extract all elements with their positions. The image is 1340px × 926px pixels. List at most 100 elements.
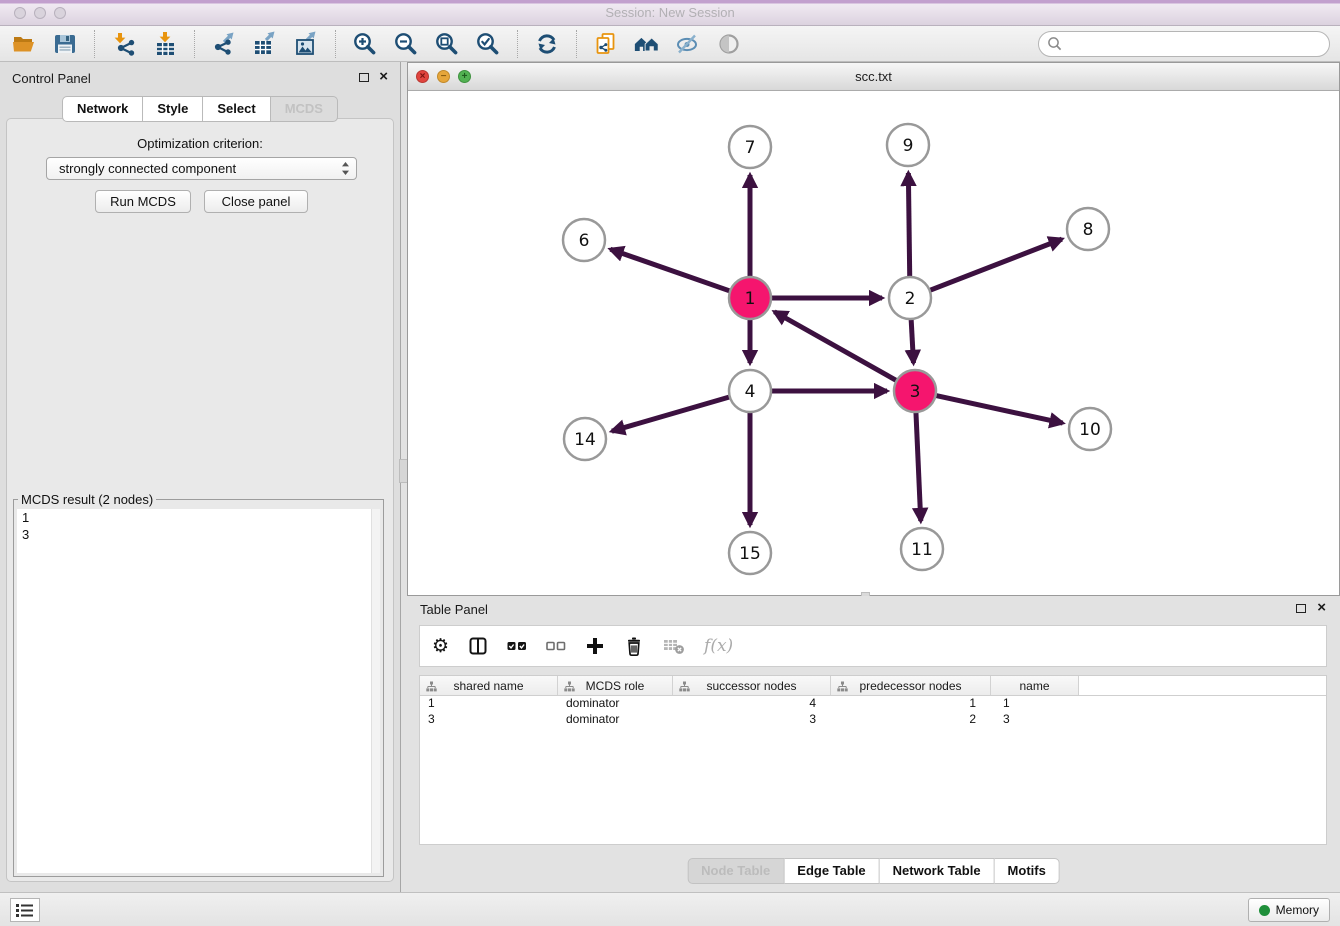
mcds-result-item: 1 — [17, 509, 380, 526]
edge-3-1[interactable] — [774, 312, 896, 381]
search-box[interactable] — [1038, 31, 1330, 57]
tab-style[interactable]: Style — [143, 96, 203, 122]
hierarchy-icon — [564, 681, 575, 692]
memory-label: Memory — [1276, 903, 1319, 917]
tab-edge-table[interactable]: Edge Table — [784, 858, 879, 884]
float-table-panel-icon[interactable] — [1296, 604, 1306, 613]
function-builder-icon: f(x) — [704, 636, 733, 656]
table-settings-icon[interactable]: ⚙ — [432, 636, 449, 656]
toolbar-separator — [517, 30, 518, 58]
export-network-icon[interactable] — [210, 30, 238, 58]
column-header-name[interactable]: name — [991, 676, 1079, 695]
cell-successor-nodes[interactable]: 3 — [673, 712, 831, 728]
toolbar-separator — [94, 30, 95, 58]
optimization-criterion-label: Optimization criterion: — [7, 136, 393, 151]
zoom-in-icon[interactable] — [351, 30, 379, 58]
deselect-all-columns-icon[interactable] — [546, 639, 566, 653]
show-columns-icon[interactable] — [468, 636, 488, 656]
tab-mcds[interactable]: MCDS — [271, 96, 338, 122]
edge-2-8[interactable] — [930, 239, 1062, 290]
open-session-icon[interactable] — [10, 30, 38, 58]
tab-select[interactable]: Select — [203, 96, 270, 122]
delete-column-icon[interactable] — [624, 636, 644, 657]
main-toolbar — [0, 26, 1340, 62]
network-canvas[interactable]: 1234678910111415 — [408, 91, 1339, 595]
column-header-successor-nodes[interactable]: successor nodes — [673, 676, 831, 695]
zoom-out-icon[interactable] — [392, 30, 420, 58]
cell-predecessor-nodes[interactable]: 1 — [831, 696, 991, 712]
list-icon — [16, 903, 34, 918]
edge-2-9[interactable] — [908, 173, 909, 277]
export-table-icon[interactable] — [251, 30, 279, 58]
float-panel-icon[interactable] — [359, 73, 369, 82]
control-panel: Control Panel × Network Style Select MCD… — [0, 62, 401, 892]
edge-3-10[interactable] — [936, 395, 1063, 423]
cell-name[interactable]: 1 — [991, 696, 1079, 712]
status-bar: Memory — [0, 892, 1340, 926]
import-table-icon[interactable] — [151, 30, 179, 58]
edge-4-14[interactable] — [612, 397, 730, 431]
graph-node-label-9: 9 — [903, 136, 914, 156]
close-panel-icon[interactable]: × — [379, 70, 388, 84]
close-table-panel-icon[interactable]: × — [1317, 601, 1326, 615]
network-graph-svg[interactable]: 1234678910111415 — [408, 91, 1339, 595]
refresh-icon[interactable] — [533, 30, 561, 58]
search-icon — [1047, 36, 1063, 52]
cell-predecessor-nodes[interactable]: 2 — [831, 712, 991, 728]
graph-node-label-6: 6 — [579, 231, 590, 251]
column-label: shared name — [453, 679, 523, 693]
hide-panels-icon[interactable] — [674, 30, 702, 58]
cell-mcds-role[interactable]: dominator — [558, 712, 673, 728]
memory-button[interactable]: Memory — [1248, 898, 1330, 922]
graph-node-label-1: 1 — [745, 289, 756, 309]
tab-network-table[interactable]: Network Table — [880, 858, 995, 884]
search-input[interactable] — [1063, 34, 1329, 54]
stepper-arrows-icon — [341, 161, 350, 176]
close-panel-button[interactable]: Close panel — [204, 190, 308, 213]
edge-3-11[interactable] — [916, 412, 921, 521]
node-table: shared name MCDS role — [419, 675, 1327, 845]
table-row[interactable]: 3 dominator 3 2 3 — [420, 712, 1326, 728]
zoom-fit-icon[interactable] — [433, 30, 461, 58]
network-window-titlebar[interactable]: × − + scc.txt — [408, 63, 1339, 91]
edge-2-3[interactable] — [911, 319, 913, 363]
cell-name[interactable]: 3 — [991, 712, 1079, 728]
column-label: predecessor nodes — [859, 679, 961, 693]
create-column-icon[interactable] — [585, 636, 605, 656]
cell-shared-name[interactable]: 1 — [420, 696, 558, 712]
column-label: name — [1019, 679, 1049, 693]
column-header-mcds-role[interactable]: MCDS role — [558, 676, 673, 695]
column-header-predecessor-nodes[interactable]: predecessor nodes — [831, 676, 991, 695]
save-session-icon[interactable] — [51, 30, 79, 58]
home-icon[interactable] — [633, 30, 661, 58]
column-header-shared-name[interactable]: shared name — [420, 676, 558, 695]
tab-network[interactable]: Network — [62, 96, 143, 122]
cell-mcds-role[interactable]: dominator — [558, 696, 673, 712]
graph-node-label-11: 11 — [911, 540, 933, 560]
contrast-icon[interactable] — [715, 30, 743, 58]
network-window-title: scc.txt — [408, 69, 1339, 84]
mcds-result-list[interactable]: 1 3 — [17, 509, 380, 873]
zoom-selected-icon[interactable] — [474, 30, 502, 58]
tab-node-table[interactable]: Node Table — [687, 858, 784, 884]
task-history-button[interactable] — [10, 898, 40, 922]
memory-status-icon — [1259, 905, 1270, 916]
cell-shared-name[interactable]: 3 — [420, 712, 558, 728]
cell-successor-nodes[interactable]: 4 — [673, 696, 831, 712]
select-all-columns-icon[interactable] — [507, 639, 527, 653]
graph-node-label-15: 15 — [739, 544, 761, 564]
edge-1-6[interactable] — [610, 249, 730, 291]
run-mcds-button[interactable]: Run MCDS — [95, 190, 191, 213]
graph-node-label-2: 2 — [905, 289, 916, 309]
table-header-row: shared name MCDS role — [420, 676, 1326, 696]
tab-motifs[interactable]: Motifs — [995, 858, 1060, 884]
table-row[interactable]: 1 dominator 4 1 1 — [420, 696, 1326, 712]
import-network-icon[interactable] — [110, 30, 138, 58]
result-scrollbar[interactable] — [371, 509, 380, 873]
export-image-icon[interactable] — [292, 30, 320, 58]
duplicate-network-icon[interactable] — [592, 30, 620, 58]
network-window: × − + scc.txt 1234678910111415 — [407, 62, 1340, 596]
mcds-result-legend: MCDS result (2 nodes) — [18, 492, 156, 507]
criterion-select[interactable]: strongly connected component — [46, 157, 357, 180]
graph-node-label-8: 8 — [1083, 220, 1094, 240]
